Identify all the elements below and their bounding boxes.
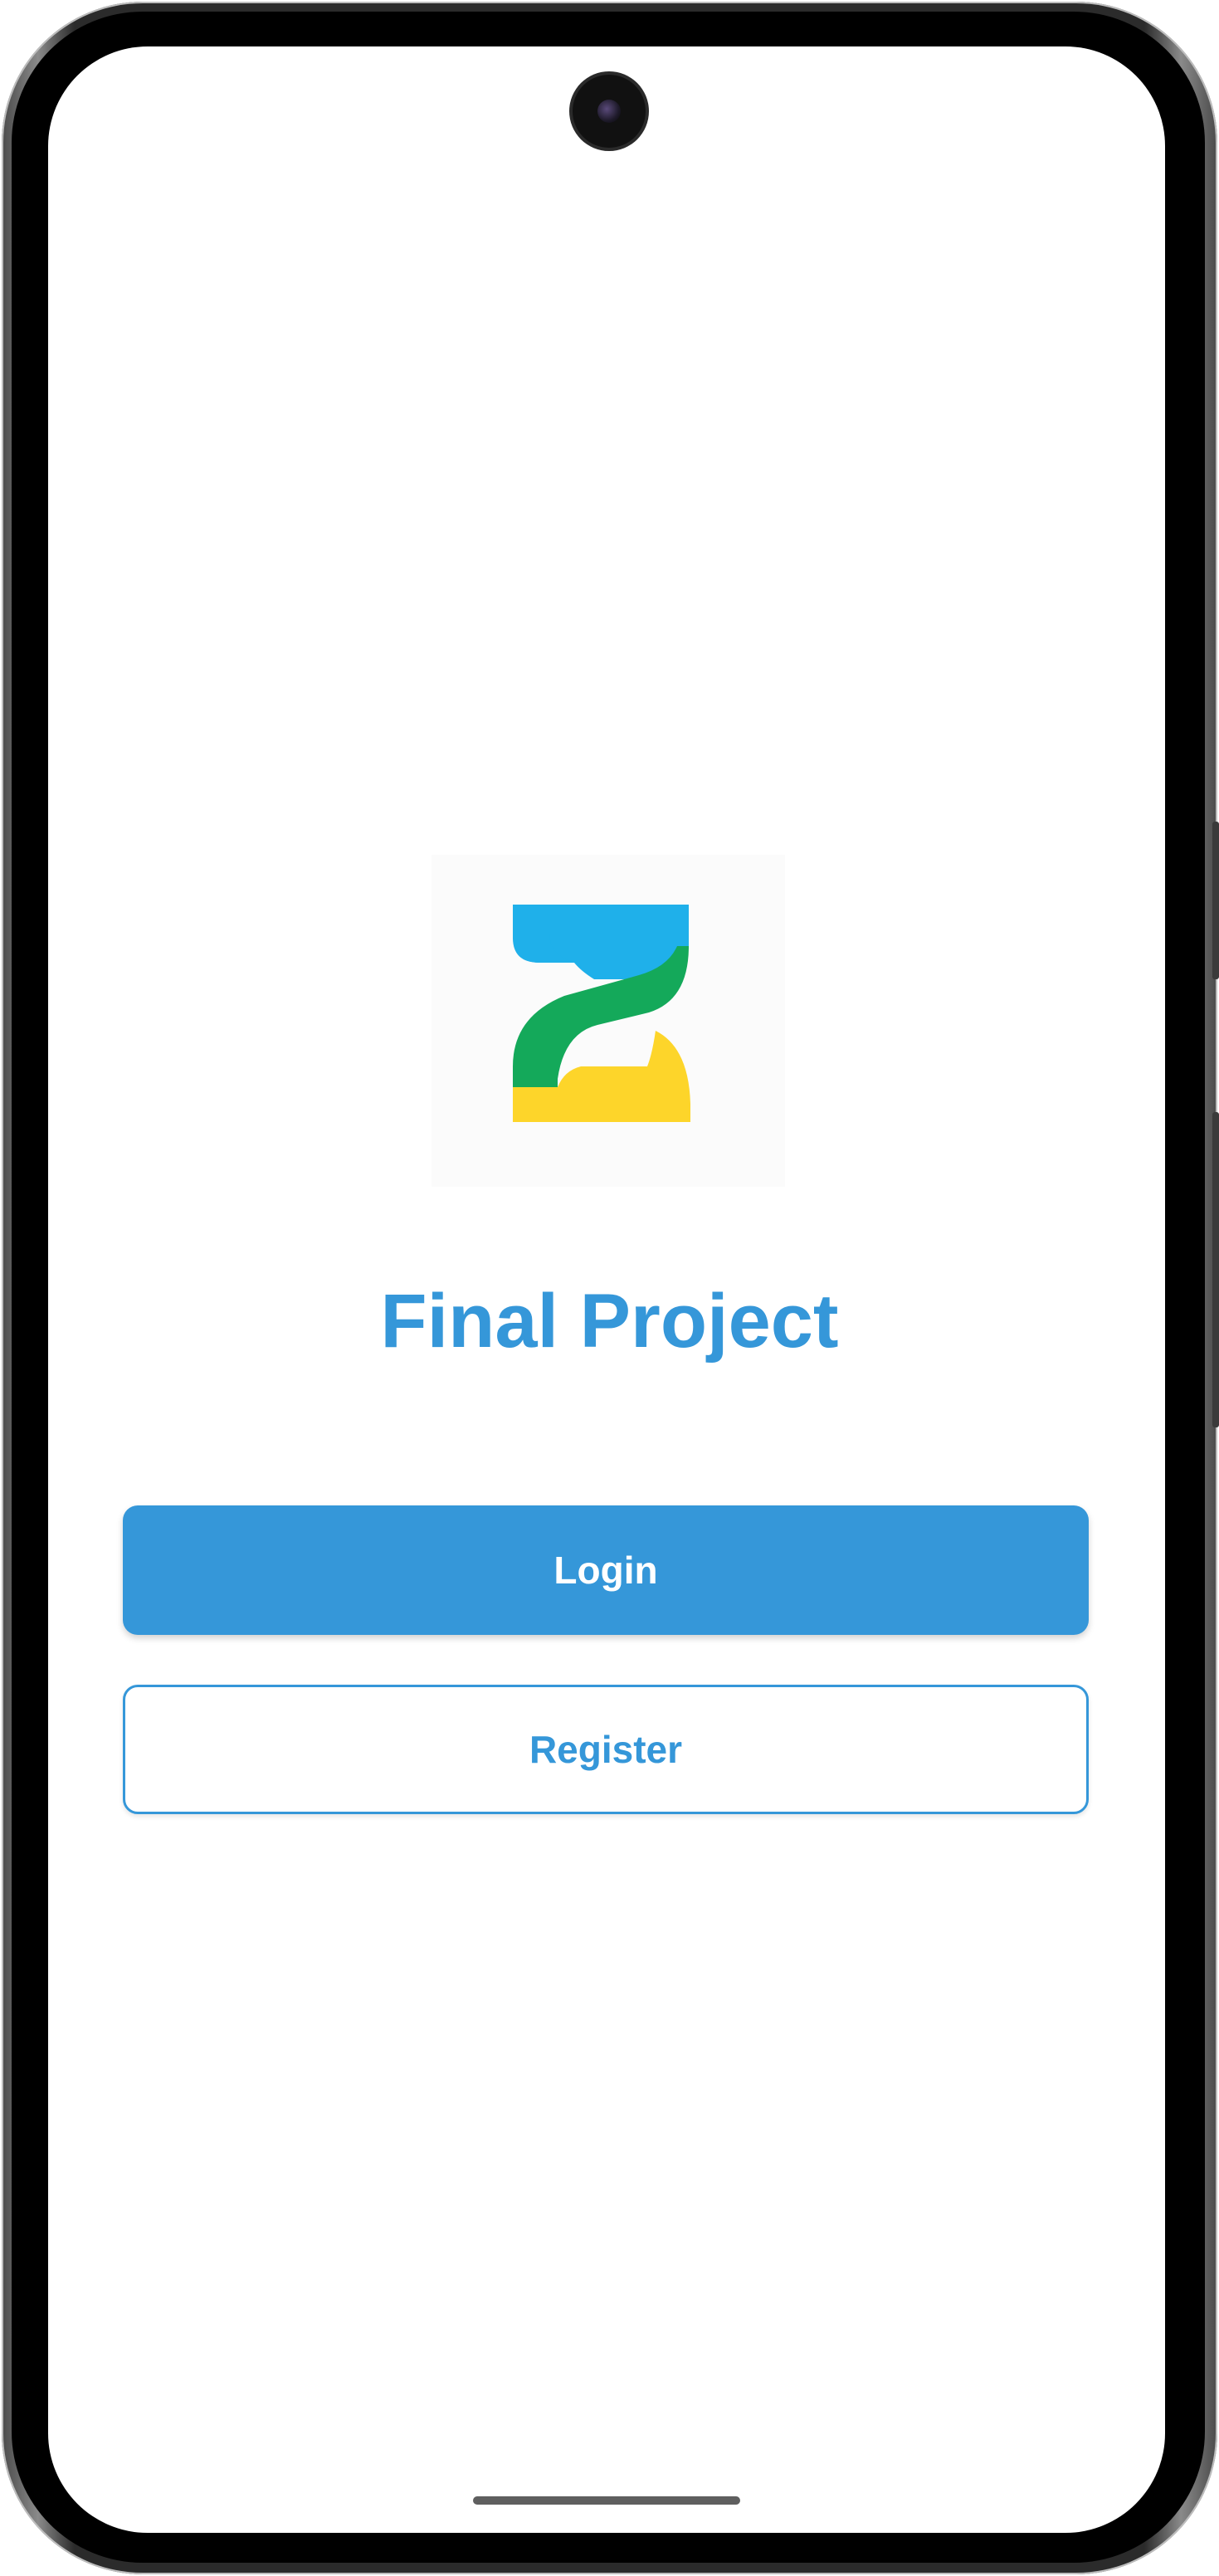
front-camera — [573, 75, 646, 148]
login-button-label: Login — [553, 1549, 658, 1592]
app-logo — [432, 855, 785, 1187]
hourglass-logo-icon — [513, 905, 690, 1122]
register-button[interactable]: Register — [123, 1685, 1089, 1814]
volume-button — [1212, 822, 1219, 979]
phone-device: Final Project Login Register — [0, 0, 1219, 2576]
register-button-label: Register — [529, 1728, 683, 1771]
app-title: Final Project — [380, 1279, 839, 1364]
home-indicator[interactable] — [473, 2496, 740, 2505]
power-button — [1212, 1112, 1219, 1427]
login-button[interactable]: Login — [123, 1505, 1089, 1635]
